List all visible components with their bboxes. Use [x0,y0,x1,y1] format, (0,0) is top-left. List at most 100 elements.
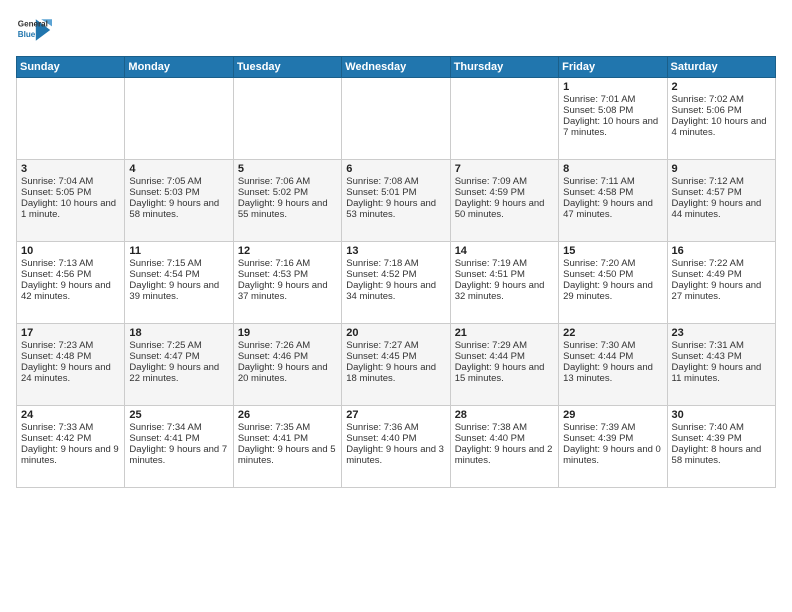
day-info-line: Sunrise: 7:31 AM [672,340,771,351]
day-info-line: Sunrise: 7:38 AM [455,422,554,433]
day-info-line: Sunrise: 7:34 AM [129,422,228,433]
day-info-line: Sunset: 5:01 PM [346,187,445,198]
day-info-line: Daylight: 9 hours and 37 minutes. [238,280,337,302]
day-info-line: Sunrise: 7:33 AM [21,422,120,433]
calendar-cell: 6Sunrise: 7:08 AMSunset: 5:01 PMDaylight… [342,160,450,242]
day-number: 27 [346,409,445,421]
day-info-line: Sunrise: 7:18 AM [346,258,445,269]
day-info-line: Sunrise: 7:35 AM [238,422,337,433]
day-info-line: Sunset: 4:48 PM [21,351,120,362]
calendar-cell: 7Sunrise: 7:09 AMSunset: 4:59 PMDaylight… [450,160,558,242]
day-info-line: Sunset: 4:40 PM [346,433,445,444]
logo-icon: General Blue [16,12,52,48]
day-number: 4 [129,163,228,175]
day-info-line: Daylight: 9 hours and 55 minutes. [238,198,337,220]
day-info-line: Daylight: 10 hours and 1 minute. [21,198,120,220]
day-number: 10 [21,245,120,257]
day-number: 9 [672,163,771,175]
day-info-line: Daylight: 9 hours and 32 minutes. [455,280,554,302]
day-info-line: Sunset: 5:03 PM [129,187,228,198]
day-number: 29 [563,409,662,421]
day-number: 16 [672,245,771,257]
weekday-header-wednesday: Wednesday [342,57,450,78]
day-number: 22 [563,327,662,339]
day-info-line: Daylight: 9 hours and 5 minutes. [238,444,337,466]
day-info-line: Sunset: 5:08 PM [563,105,662,116]
calendar-cell: 15Sunrise: 7:20 AMSunset: 4:50 PMDayligh… [559,242,667,324]
day-info-line: Sunrise: 7:25 AM [129,340,228,351]
calendar-cell: 19Sunrise: 7:26 AMSunset: 4:46 PMDayligh… [233,324,341,406]
day-info-line: Sunset: 4:44 PM [455,351,554,362]
calendar-week-2: 3Sunrise: 7:04 AMSunset: 5:05 PMDaylight… [17,160,776,242]
weekday-header-sunday: Sunday [17,57,125,78]
day-info-line: Sunrise: 7:30 AM [563,340,662,351]
day-info-line: Sunset: 4:59 PM [455,187,554,198]
day-info-line: Daylight: 9 hours and 50 minutes. [455,198,554,220]
day-info-line: Sunset: 4:46 PM [238,351,337,362]
calendar-week-1: 1Sunrise: 7:01 AMSunset: 5:08 PMDaylight… [17,78,776,160]
day-info-line: Daylight: 9 hours and 3 minutes. [346,444,445,466]
calendar-cell: 3Sunrise: 7:04 AMSunset: 5:05 PMDaylight… [17,160,125,242]
day-info-line: Sunrise: 7:02 AM [672,94,771,105]
day-number: 11 [129,245,228,257]
day-info-line: Sunset: 4:40 PM [455,433,554,444]
calendar-cell: 9Sunrise: 7:12 AMSunset: 4:57 PMDaylight… [667,160,775,242]
day-info-line: Sunset: 5:02 PM [238,187,337,198]
calendar-cell: 8Sunrise: 7:11 AMSunset: 4:58 PMDaylight… [559,160,667,242]
day-info-line: Sunrise: 7:13 AM [21,258,120,269]
calendar-cell: 26Sunrise: 7:35 AMSunset: 4:41 PMDayligh… [233,406,341,488]
day-info-line: Sunset: 5:06 PM [672,105,771,116]
calendar-page: General Blue SundayMondayTuesdayWednesda… [0,0,792,612]
day-info-line: Sunset: 4:56 PM [21,269,120,280]
day-info-line: Sunrise: 7:12 AM [672,176,771,187]
day-info-line: Sunrise: 7:36 AM [346,422,445,433]
calendar-cell: 12Sunrise: 7:16 AMSunset: 4:53 PMDayligh… [233,242,341,324]
day-info-line: Daylight: 9 hours and 47 minutes. [563,198,662,220]
day-number: 23 [672,327,771,339]
calendar-cell: 23Sunrise: 7:31 AMSunset: 4:43 PMDayligh… [667,324,775,406]
day-number: 3 [21,163,120,175]
calendar-cell: 21Sunrise: 7:29 AMSunset: 4:44 PMDayligh… [450,324,558,406]
day-info-line: Daylight: 9 hours and 34 minutes. [346,280,445,302]
calendar-cell: 4Sunrise: 7:05 AMSunset: 5:03 PMDaylight… [125,160,233,242]
day-number: 30 [672,409,771,421]
day-info-line: Daylight: 9 hours and 22 minutes. [129,362,228,384]
day-number: 12 [238,245,337,257]
day-info-line: Sunrise: 7:11 AM [563,176,662,187]
day-info-line: Daylight: 9 hours and 9 minutes. [21,444,120,466]
day-info-line: Sunrise: 7:04 AM [21,176,120,187]
weekday-header-thursday: Thursday [450,57,558,78]
day-info-line: Sunrise: 7:29 AM [455,340,554,351]
calendar-cell [125,78,233,160]
calendar-cell: 13Sunrise: 7:18 AMSunset: 4:52 PMDayligh… [342,242,450,324]
day-info-line: Sunrise: 7:27 AM [346,340,445,351]
day-info-line: Sunset: 4:45 PM [346,351,445,362]
day-info-line: Sunrise: 7:26 AM [238,340,337,351]
day-number: 18 [129,327,228,339]
day-number: 6 [346,163,445,175]
day-info-line: Daylight: 9 hours and 13 minutes. [563,362,662,384]
calendar-table: SundayMondayTuesdayWednesdayThursdayFrid… [16,56,776,488]
calendar-week-4: 17Sunrise: 7:23 AMSunset: 4:48 PMDayligh… [17,324,776,406]
day-info-line: Daylight: 9 hours and 2 minutes. [455,444,554,466]
calendar-cell: 22Sunrise: 7:30 AMSunset: 4:44 PMDayligh… [559,324,667,406]
day-info-line: Sunset: 4:52 PM [346,269,445,280]
day-info-line: Daylight: 9 hours and 39 minutes. [129,280,228,302]
day-info-line: Daylight: 9 hours and 53 minutes. [346,198,445,220]
logo: General Blue [16,12,52,48]
day-info-line: Daylight: 9 hours and 20 minutes. [238,362,337,384]
calendar-cell: 25Sunrise: 7:34 AMSunset: 4:41 PMDayligh… [125,406,233,488]
day-info-line: Sunset: 4:41 PM [238,433,337,444]
calendar-cell [450,78,558,160]
day-info-line: Daylight: 9 hours and 29 minutes. [563,280,662,302]
day-info-line: Sunrise: 7:23 AM [21,340,120,351]
day-info-line: Sunrise: 7:19 AM [455,258,554,269]
day-info-line: Sunset: 4:54 PM [129,269,228,280]
day-number: 14 [455,245,554,257]
day-info-line: Daylight: 9 hours and 58 minutes. [129,198,228,220]
day-number: 1 [563,81,662,93]
calendar-cell: 28Sunrise: 7:38 AMSunset: 4:40 PMDayligh… [450,406,558,488]
day-number: 19 [238,327,337,339]
day-number: 24 [21,409,120,421]
day-number: 25 [129,409,228,421]
